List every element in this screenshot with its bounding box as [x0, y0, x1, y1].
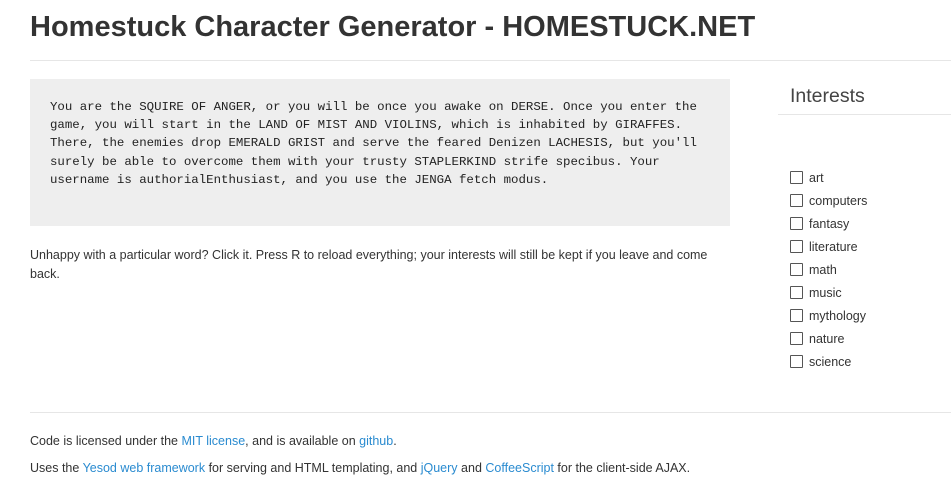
footer-divider	[30, 412, 951, 413]
interest-label[interactable]: mythology	[809, 309, 866, 323]
github-link[interactable]: github	[359, 434, 393, 448]
interest-label[interactable]: art	[809, 171, 824, 185]
interest-fantasy[interactable]: fantasy	[790, 212, 867, 235]
interest-checkbox[interactable]	[790, 217, 803, 230]
interest-checkbox[interactable]	[790, 240, 803, 253]
footer-text: Code is licensed under the	[30, 434, 182, 448]
footer-text: for the client-side AJAX.	[553, 461, 691, 475]
footer-text: and	[457, 461, 486, 475]
interest-label[interactable]: nature	[809, 332, 844, 346]
interest-computers[interactable]: computers	[790, 189, 867, 212]
interest-checkbox[interactable]	[790, 355, 803, 368]
interest-literature[interactable]: literature	[790, 235, 867, 258]
footer-text: Uses the	[30, 461, 83, 475]
footer-text: , and is available on	[245, 434, 360, 448]
interests-list: art computers fantasy literature math mu…	[790, 166, 867, 373]
sidebar-divider	[778, 114, 951, 115]
interest-nature[interactable]: nature	[790, 327, 867, 350]
footer-text: .	[393, 434, 397, 448]
interests-title: Interests	[790, 85, 865, 107]
mit-license-link[interactable]: MIT license	[181, 434, 245, 448]
interest-art[interactable]: art	[790, 166, 867, 189]
interest-label[interactable]: math	[809, 263, 837, 277]
interest-checkbox[interactable]	[790, 194, 803, 207]
interest-mythology[interactable]: mythology	[790, 304, 867, 327]
jquery-link[interactable]: jQuery	[421, 461, 458, 475]
interest-label[interactable]: fantasy	[809, 217, 849, 231]
interest-checkbox[interactable]	[790, 171, 803, 184]
story-box: You are the SQUIRE OF ANGER, or you will…	[30, 79, 730, 226]
interest-science[interactable]: science	[790, 350, 867, 373]
footer-credits-line: Uses the Yesod web framework for serving…	[30, 459, 690, 477]
story-text[interactable]: You are the SQUIRE OF ANGER, or you will…	[50, 98, 710, 189]
interest-label[interactable]: literature	[809, 240, 858, 254]
page-title: Homestuck Character Generator - HOMESTUC…	[30, 11, 756, 43]
footer-text: for serving and HTML templating, and	[205, 461, 421, 475]
interest-label[interactable]: music	[809, 286, 842, 300]
interest-checkbox[interactable]	[790, 286, 803, 299]
hint-text: Unhappy with a particular word? Click it…	[30, 248, 708, 281]
interest-checkbox[interactable]	[790, 332, 803, 345]
interest-math[interactable]: math	[790, 258, 867, 281]
header-divider	[30, 60, 951, 61]
interest-label[interactable]: science	[809, 355, 851, 369]
interest-music[interactable]: music	[790, 281, 867, 304]
coffeescript-link[interactable]: CoffeeScript	[485, 461, 554, 475]
footer-license-line: Code is licensed under the MIT license, …	[30, 432, 397, 450]
interest-label[interactable]: computers	[809, 194, 867, 208]
yesod-link[interactable]: Yesod web framework	[83, 461, 206, 475]
interest-checkbox[interactable]	[790, 263, 803, 276]
interest-checkbox[interactable]	[790, 309, 803, 322]
